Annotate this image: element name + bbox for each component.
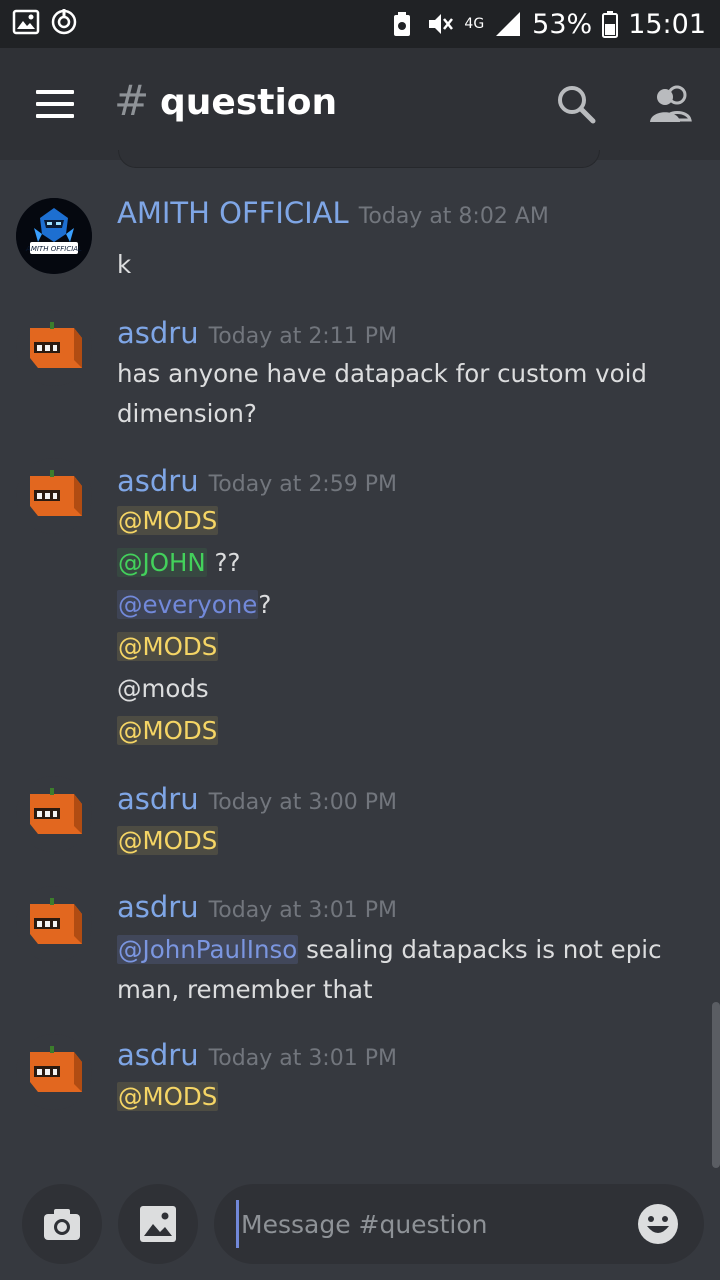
message-content: @MODS @JOHN ?? @everyone? @MODS @mods @M…: [117, 500, 271, 752]
timestamp: Today at 3:00 PM: [208, 790, 397, 815]
username[interactable]: AMITH OFFICIAL: [117, 196, 349, 230]
battery-icon: [602, 11, 619, 38]
role-mention-mods[interactable]: @MODS: [117, 506, 219, 535]
message-list[interactable]: AMITH OFFICIAL AMITH OFFICIAL Today at 8:…: [0, 160, 720, 1170]
timestamp: Today at 3:01 PM: [208, 1046, 397, 1071]
gallery-notification-icon: [12, 9, 40, 35]
message-text: ??: [206, 548, 241, 577]
sync-notification-icon: [51, 9, 77, 35]
scrollbar[interactable]: [712, 1002, 720, 1168]
camera-button[interactable]: [22, 1184, 102, 1264]
timestamp: Today at 2:59 PM: [208, 472, 397, 497]
message-text: ?: [258, 590, 272, 619]
gallery-button[interactable]: [118, 1184, 198, 1264]
message-composer: [0, 1170, 720, 1280]
message-content: @JohnPaulInso sealing datapacks is not e…: [117, 930, 662, 1010]
role-mention-john[interactable]: @JOHN: [117, 548, 207, 577]
signal-icon: [496, 12, 521, 36]
role-mention-mods[interactable]: @MODS: [117, 1082, 219, 1111]
avatar[interactable]: [16, 776, 92, 852]
role-mention-mods[interactable]: @MODS: [117, 716, 219, 745]
username[interactable]: asdru: [117, 316, 199, 350]
message-text: k: [117, 250, 132, 279]
battery-saver-icon: [394, 12, 411, 36]
discord-app: 4G 53% 15:01 # question AMITH OFFICIAL A…: [0, 0, 720, 1280]
message-content: k: [117, 244, 131, 286]
message-content: @MODS: [117, 1076, 219, 1118]
network-type: 4G: [464, 16, 485, 32]
camera-icon: [44, 1209, 80, 1240]
channel-title: question: [160, 82, 338, 123]
username[interactable]: asdru: [117, 464, 199, 498]
search-icon[interactable]: [554, 82, 598, 126]
message-text: has anyone have datapack for custom void: [117, 359, 647, 388]
timestamp: Today at 3:01 PM: [208, 898, 397, 923]
avatar[interactable]: [16, 310, 92, 386]
pumpkin-avatar-icon: [16, 1034, 92, 1110]
pumpkin-avatar-icon: [16, 886, 92, 962]
members-icon[interactable]: [648, 82, 694, 126]
username[interactable]: asdru: [117, 782, 199, 816]
timestamp: Today at 8:02 AM: [358, 204, 549, 229]
pumpkin-avatar-icon: [16, 776, 92, 852]
pumpkin-avatar-icon: [16, 310, 92, 386]
channel-header: # question: [0, 48, 720, 160]
message-input[interactable]: [236, 1200, 616, 1248]
mention-everyone[interactable]: @everyone: [117, 590, 259, 619]
role-mention-mods[interactable]: @MODS: [117, 826, 219, 855]
username[interactable]: asdru: [117, 1038, 199, 1072]
mute-icon: [429, 14, 454, 34]
message-text: @mods: [117, 674, 209, 703]
status-bar: 4G 53% 15:01: [0, 0, 720, 48]
avatar[interactable]: AMITH OFFICIAL: [16, 198, 92, 274]
message-input-box[interactable]: [214, 1184, 704, 1264]
svg-text:AMITH OFFICIAL: AMITH OFFICIAL: [25, 245, 82, 253]
avatar[interactable]: [16, 886, 92, 962]
username[interactable]: asdru: [117, 890, 199, 924]
battery-percent: 53%: [532, 8, 593, 40]
emoji-icon[interactable]: [636, 1202, 680, 1246]
pumpkin-avatar-icon: [16, 458, 92, 534]
avatar[interactable]: [16, 458, 92, 534]
menu-icon[interactable]: [36, 88, 76, 120]
clock: 15:01: [628, 8, 706, 40]
message-text: dimension?: [117, 399, 257, 428]
hash-icon: #: [114, 76, 150, 125]
amith-logo-icon: AMITH OFFICIAL: [16, 198, 92, 274]
user-mention[interactable]: @JohnPaulInso: [117, 935, 299, 964]
message-text: man, remember that: [117, 975, 373, 1004]
role-mention-mods[interactable]: @MODS: [117, 632, 219, 661]
message-text: sealing datapacks is not epic: [298, 935, 662, 964]
image-icon: [140, 1206, 176, 1242]
avatar[interactable]: [16, 1034, 92, 1110]
message-content: has anyone have datapack for custom void…: [117, 354, 647, 434]
timestamp: Today at 2:11 PM: [208, 324, 397, 349]
message-content: @MODS: [117, 820, 219, 862]
